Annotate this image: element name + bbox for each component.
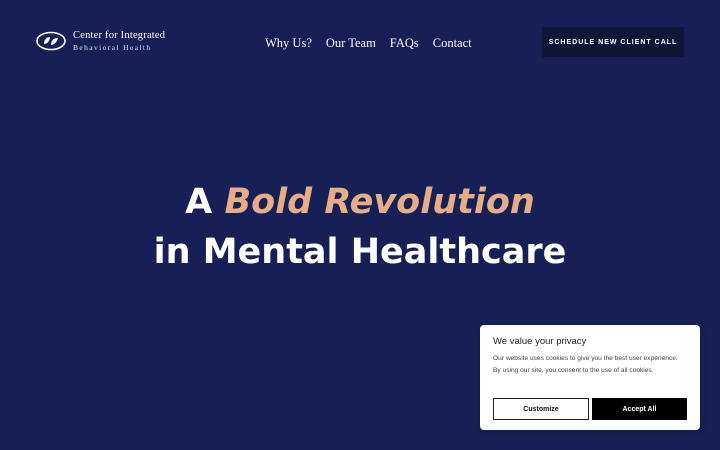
cookie-body-text: Our website uses cookies to give you the…	[493, 355, 678, 374]
hero-heading-line-2: in Mental Healthcare	[153, 232, 567, 272]
hero-heading-accent: Bold Revolution	[224, 182, 535, 222]
hero-heading-prefix: A	[185, 182, 225, 222]
logo[interactable]: Center for Integrated Behavioral Health	[35, 30, 165, 52]
cookie-title: We value your privacy	[493, 336, 587, 347]
leaf-logo-icon	[36, 31, 66, 51]
logo-line-1: Center for Integrated	[73, 30, 166, 41]
customize-button[interactable]: Customize	[493, 398, 589, 420]
nav-link-contact[interactable]: Contact	[433, 36, 472, 51]
nav-link-why-us[interactable]: Why Us?	[265, 36, 312, 51]
nav-link-our-team[interactable]: Our Team	[326, 36, 376, 51]
hero: A Bold Revolution in Mental Healthcare	[0, 178, 720, 276]
site-header: Center for Integrated Behavioral Health …	[0, 0, 720, 86]
schedule-call-button[interactable]: SCHEDULE NEW CLIENT CALL	[542, 27, 684, 57]
logo-text: Center for Integrated Behavioral Health	[73, 30, 166, 52]
nav-link-faqs[interactable]: FAQs	[390, 36, 419, 51]
hero-heading-line-1: A Bold Revolution	[0, 178, 720, 226]
main-nav: Why Us? Our Team FAQs Contact	[265, 36, 472, 51]
logo-line-2: Behavioral Health	[73, 42, 152, 52]
accept-all-button[interactable]: Accept All	[592, 398, 687, 420]
cookie-consent-banner: We value your privacy Our website uses c…	[480, 325, 700, 430]
